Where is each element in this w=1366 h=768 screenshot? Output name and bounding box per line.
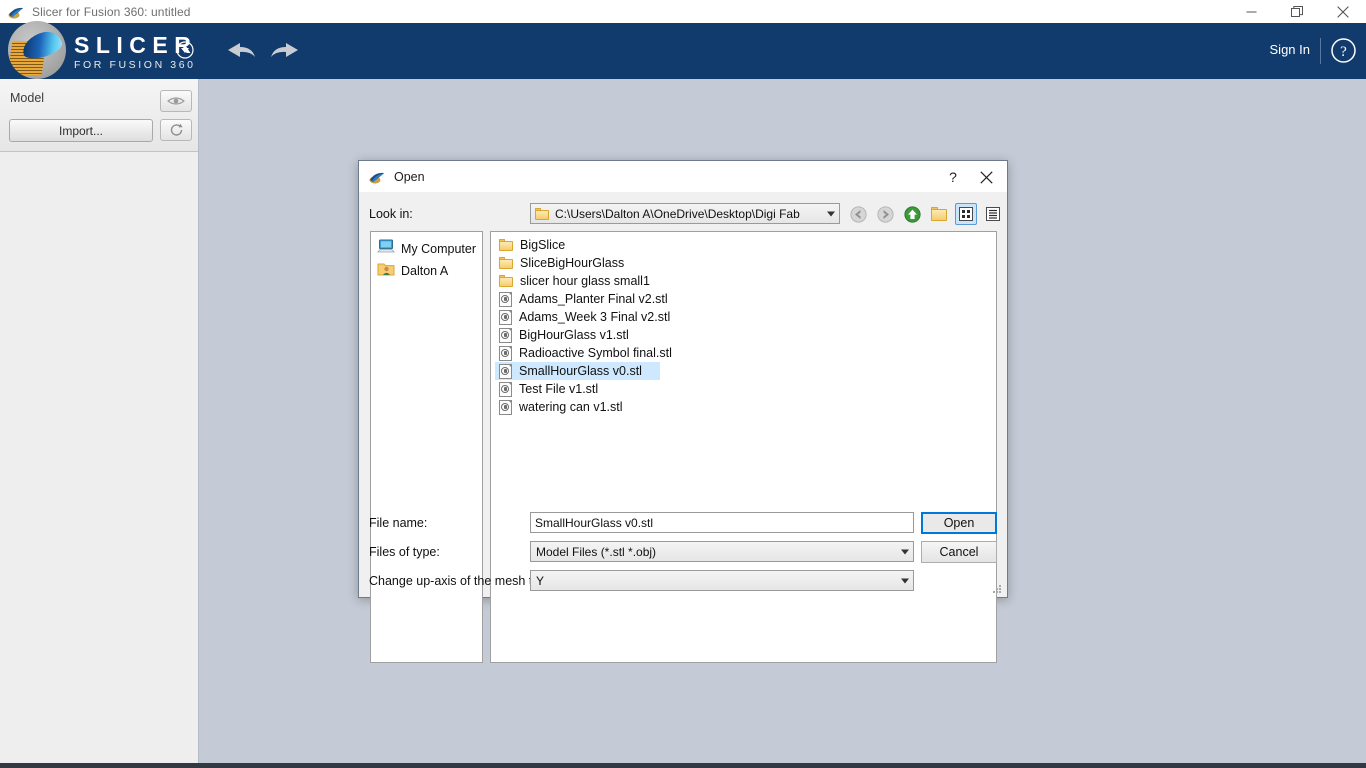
redo-arrow-icon[interactable] (266, 37, 302, 63)
list-item[interactable]: BigHourGlass v1.stl (495, 326, 660, 344)
list-item-label: Radioactive Symbol final.stl (519, 346, 672, 360)
window-controls (1228, 0, 1366, 23)
new-folder-icon[interactable] (928, 203, 950, 225)
cancel-button[interactable]: Cancel (921, 541, 997, 563)
chevron-down-icon (827, 211, 835, 216)
up-axis-select[interactable]: Y (530, 570, 914, 591)
list-item-label: Adams_Planter Final v2.stl (519, 292, 668, 306)
stl-file-icon (499, 327, 512, 343)
list-item-label: watering can v1.stl (519, 400, 623, 414)
list-item[interactable]: watering can v1.stl (495, 398, 660, 416)
up-arrow-icon[interactable] (901, 203, 923, 225)
list-item[interactable]: SliceBigHourGlass (495, 254, 660, 272)
app-header: SLICER FOR FUSION 360 Sign In ? (0, 21, 1366, 81)
dialog-help-button[interactable]: ? (943, 167, 963, 187)
stl-file-icon (499, 363, 512, 379)
files-of-type-value: Model Files (*.stl *.obj) (536, 544, 657, 559)
open-button[interactable]: Open (921, 512, 997, 534)
look-in-label: Look in: (369, 207, 413, 221)
left-sidebar: Model (0, 79, 199, 768)
place-item[interactable]: My Computer (371, 238, 482, 260)
slicer-app-icon (369, 169, 385, 185)
window-title: Slicer for Fusion 360: untitled (32, 4, 191, 19)
forward-arrow-icon[interactable] (874, 203, 896, 225)
up-axis-value: Y (536, 573, 545, 588)
list-item-label: Adams_Week 3 Final v2.stl (519, 310, 671, 324)
dialog-toolbar (847, 203, 1004, 225)
resize-grip[interactable] (991, 582, 1003, 594)
list-item-label: BigSlice (520, 238, 566, 252)
list-item-label: BigHourGlass v1.stl (519, 328, 629, 342)
sign-in-link[interactable]: Sign In (1270, 42, 1310, 57)
files-of-type-select[interactable]: Model Files (*.stl *.obj) (530, 541, 914, 562)
folder-icon (499, 257, 513, 269)
chevron-down-icon (901, 578, 909, 583)
stl-file-icon (499, 399, 512, 415)
close-icon[interactable] (1320, 0, 1366, 23)
chevron-down-circle-icon[interactable] (174, 39, 196, 61)
back-arrow-icon[interactable] (847, 203, 869, 225)
look-in-value: C:\Users\Dalton A\OneDrive\Desktop\Digi … (555, 206, 800, 221)
list-item[interactable]: Adams_Planter Final v2.stl (495, 290, 668, 308)
stl-file-icon (499, 309, 512, 325)
place-item-label: My Computer (401, 242, 477, 256)
open-file-dialog: Open ? Look in: C:\Users\Dalton A\OneDri… (358, 160, 1008, 663)
up-axis-label: Change up-axis of the mesh to: (369, 574, 543, 588)
folder-icon (499, 275, 513, 287)
application-window: Slicer for Fusion 360: untitled SLICER F… (0, 0, 1366, 768)
user-folder-icon (377, 261, 395, 281)
list-item[interactable]: Adams_Week 3 Final v2.stl (495, 308, 670, 326)
eye-icon[interactable] (160, 90, 192, 112)
stl-file-icon (499, 291, 512, 307)
list-item-label: SmallHourGlass v0.stl (519, 364, 642, 378)
header-divider (1320, 38, 1321, 64)
file-name-label: File name: (369, 516, 428, 530)
help-circle-icon[interactable]: ? (1330, 37, 1357, 64)
list-item[interactable]: BigSlice (495, 236, 660, 254)
list-item[interactable]: Radioactive Symbol final.stl (495, 344, 672, 362)
file-name-input[interactable]: SmallHourGlass v0.stl (530, 512, 914, 533)
minimize-icon[interactable] (1228, 0, 1274, 23)
computer-icon (376, 239, 396, 259)
svg-text:?: ? (1340, 44, 1347, 60)
list-item-selected[interactable]: SmallHourGlass v0.stl (495, 362, 660, 380)
place-item[interactable]: Dalton A (371, 260, 482, 282)
import-button[interactable]: Import... (9, 119, 153, 142)
look-in-combobox[interactable]: C:\Users\Dalton A\OneDrive\Desktop\Digi … (530, 203, 840, 224)
close-icon[interactable] (973, 167, 999, 187)
model-panel-title: Model (10, 91, 45, 105)
chevron-down-icon (901, 549, 909, 554)
list-item[interactable]: slicer hour glass small1 (495, 272, 660, 290)
slicer-app-icon (8, 4, 24, 20)
list-view-icon[interactable] (955, 203, 977, 225)
list-item[interactable]: Test File v1.stl (495, 380, 660, 398)
list-item-label: Test File v1.stl (519, 382, 599, 396)
places-sidebar[interactable]: My Computer Dalton A (370, 231, 483, 663)
slicer-logo (8, 21, 68, 81)
detail-view-icon[interactable] (982, 203, 1004, 225)
list-item-label: SliceBigHourGlass (520, 256, 625, 270)
dialog-title: Open (394, 169, 425, 184)
bottom-strip (0, 763, 1366, 768)
undo-arrow-icon[interactable] (224, 37, 260, 63)
place-item-label: Dalton A (401, 264, 449, 278)
dialog-titlebar: Open (359, 161, 1007, 192)
folder-icon (499, 239, 513, 251)
refresh-icon[interactable] (160, 119, 192, 141)
stl-file-icon (499, 381, 512, 397)
window-titlebar: Slicer for Fusion 360: untitled (0, 0, 1366, 23)
folder-icon (535, 207, 549, 220)
restore-icon[interactable] (1274, 0, 1320, 23)
list-item-label: slicer hour glass small1 (520, 274, 650, 288)
file-list[interactable]: BigSlice SliceBigHourGlass slicer hour g… (490, 231, 997, 663)
stl-file-icon (499, 345, 512, 361)
files-of-type-label: Files of type: (369, 545, 440, 559)
